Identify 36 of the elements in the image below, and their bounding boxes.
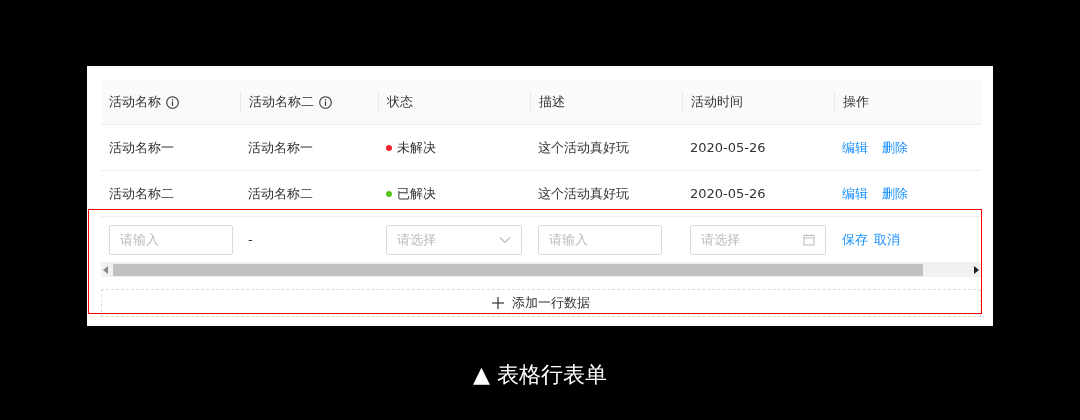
add-row-button[interactable]: 添加一行数据 (101, 289, 981, 317)
edit-link[interactable]: 编辑 (842, 184, 868, 203)
column-header: 描述 (539, 93, 565, 111)
table-cell: 活动名称一 (248, 138, 313, 157)
chevron-down-icon (499, 235, 511, 244)
scrollbar-thumb[interactable] (113, 263, 923, 276)
status-label: 已解决 (397, 184, 436, 203)
status-label: 未解决 (397, 138, 436, 157)
scroll-right-icon (973, 265, 979, 274)
column-header: 活动名称 (109, 93, 161, 111)
delete-link[interactable]: 删除 (882, 184, 908, 203)
column-header: 活动时间 (691, 93, 743, 111)
column-header: 状态 (387, 93, 413, 111)
delete-link[interactable]: 删除 (882, 138, 908, 157)
horizontal-scrollbar[interactable] (101, 262, 981, 277)
table-cell: - (248, 232, 253, 247)
edit-link[interactable]: 编辑 (842, 138, 868, 157)
table-cell: 活动名称一 (109, 138, 174, 157)
save-link[interactable]: 保存 (842, 230, 868, 249)
select-field[interactable]: 请选择 (386, 224, 522, 255)
table-cell: 活动名称二 (109, 184, 174, 203)
figure-caption: ▲ 表格行表单 (472, 361, 608, 389)
table-cell: 这个活动真好玩 (538, 138, 629, 157)
table-cell: 2020-05-26 (690, 140, 766, 155)
plus-icon (492, 297, 504, 309)
scroll-left-icon (103, 265, 109, 274)
input-field[interactable]: 请输入 (538, 224, 662, 255)
cancel-link[interactable]: 取消 (874, 230, 900, 249)
input-field[interactable]: 请输入 (109, 224, 233, 255)
column-header: 活动名称二 (249, 93, 314, 111)
table-cell: 活动名称二 (248, 184, 313, 203)
table-cell: 2020-05-26 (690, 186, 766, 201)
calendar-icon (803, 233, 815, 246)
date-field[interactable]: 请选择 (690, 224, 826, 255)
table-cell: 这个活动真好玩 (538, 184, 629, 203)
column-header: 操作 (843, 93, 869, 111)
